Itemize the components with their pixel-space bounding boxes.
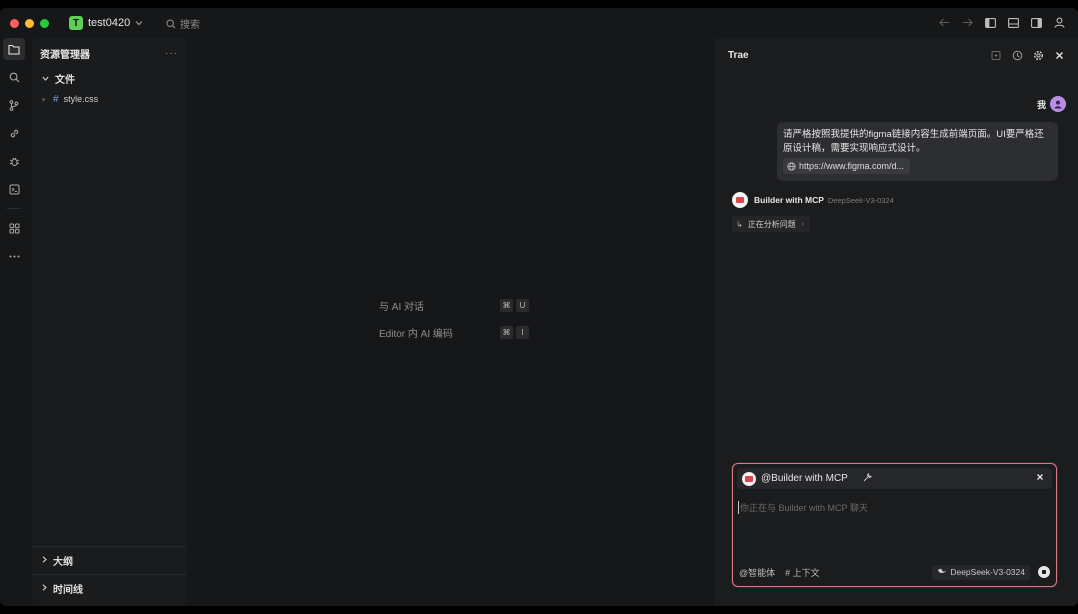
model-selector[interactable]: DeepSeek-V3-0324 <box>932 564 1030 580</box>
agent-model: DeepSeek-V3-0324 <box>827 195 894 205</box>
timeline-section[interactable]: 时间线 <box>32 574 186 602</box>
sparkle-icon: ↳ <box>736 219 743 229</box>
user-label: 我 <box>1036 99 1046 110</box>
debug-icon[interactable] <box>3 150 25 172</box>
chat-header: Trae <box>715 38 1078 72</box>
cmd-key: ⌘ <box>500 299 513 312</box>
explorer-more-button[interactable]: ··· <box>165 48 178 59</box>
toggle-right-panel-icon[interactable] <box>1030 16 1043 29</box>
ai-chat-panel: Trae 我 请严格按照我提供的figma链接内容生成前端页面。UI要严格还原设… <box>715 38 1078 606</box>
deepseek-icon <box>937 567 947 577</box>
chevron-right-icon: › <box>801 220 805 228</box>
chat-shortcut-hint: 与 AI 对话 ⌘ U <box>379 298 529 313</box>
maximize-window-button[interactable] <box>40 18 49 28</box>
project-switcher[interactable]: T test0420 <box>69 16 143 30</box>
mention-label: @Builder with MCP <box>761 473 848 484</box>
title-bar: T test0420 搜索 <box>0 8 1078 38</box>
model-name: DeepSeek-V3-0324 <box>950 567 1025 577</box>
agent-name: Builder with MCP <box>754 195 824 205</box>
builder-logo-icon <box>742 471 756 486</box>
file-item-style-css[interactable]: # style.css <box>32 88 186 110</box>
status-text: 正在分析问题 <box>747 219 796 229</box>
folder-label: 文件 <box>55 74 75 86</box>
chevron-down-icon <box>135 18 143 28</box>
extensions-icon[interactable] <box>3 217 25 239</box>
close-icon[interactable] <box>1053 49 1065 61</box>
remote-icon[interactable] <box>3 178 25 200</box>
css-file-icon: # <box>53 93 59 105</box>
forward-arrow-icon[interactable] <box>961 16 974 29</box>
project-name: test0420 <box>88 17 131 29</box>
more-icon[interactable] <box>3 245 25 267</box>
stop-generation-button[interactable] <box>1038 566 1050 578</box>
chat-input-placeholder[interactable]: 你正在与 Builder with MCP 聊天 <box>738 501 868 514</box>
global-search[interactable]: 搜索 <box>166 16 200 31</box>
toggle-bottom-panel-icon[interactable] <box>1007 16 1020 29</box>
agent-mention-bar: @Builder with MCP <box>737 468 1052 489</box>
link-text: https://www.figma.com/d... <box>799 161 905 171</box>
chevron-down-icon <box>42 74 49 83</box>
project-badge: T <box>69 16 83 30</box>
file-label: style.css <box>63 94 99 104</box>
toggle-left-panel-icon[interactable] <box>984 16 997 29</box>
agent-message-header: Builder with MCP DeepSeek-V3-0324 <box>732 192 894 208</box>
source-control-icon[interactable] <box>3 94 25 116</box>
explorer-header: 资源管理器 ··· <box>32 38 186 68</box>
avatar <box>1050 96 1066 112</box>
close-window-button[interactable] <box>10 18 19 28</box>
timeline-label: 时间线 <box>53 585 83 596</box>
user-message-text: 请严格按照我提供的figma链接内容生成前端页面。UI要严格还原设计稿，需要实现… <box>783 129 1044 154</box>
app-window: T test0420 搜索 资源管理器 ··· 文件 # style.css 大… <box>0 8 1078 606</box>
search-placeholder: 搜索 <box>180 20 200 31</box>
builder-logo-icon <box>732 192 748 208</box>
tools-icon[interactable] <box>862 472 873 486</box>
context-button[interactable]: # 上下文 <box>785 566 820 579</box>
search-icon <box>166 18 176 28</box>
history-icon[interactable] <box>1011 49 1023 61</box>
account-icon[interactable] <box>1053 16 1066 29</box>
inline-ai-shortcut-hint: Editor 内 AI 编码 ⌘ I <box>379 325 529 340</box>
globe-icon <box>787 161 796 171</box>
explorer-title: 资源管理器 <box>40 49 90 61</box>
outline-section[interactable]: 大纲 <box>32 546 186 574</box>
chevron-right-icon <box>42 556 47 565</box>
hint-label: 与 AI 对话 <box>379 302 425 313</box>
gear-icon[interactable] <box>1032 49 1044 61</box>
u-key: U <box>516 299 529 312</box>
search-icon[interactable] <box>3 66 25 88</box>
outline-label: 大纲 <box>53 557 73 568</box>
title-bar-actions <box>938 16 1066 29</box>
hint-label: Editor 内 AI 编码 <box>379 329 453 340</box>
chat-input-box[interactable]: @Builder with MCP 你正在与 Builder with MCP … <box>732 463 1057 587</box>
file-indent-dot <box>42 97 45 101</box>
folder-item[interactable]: 文件 <box>32 68 186 88</box>
user-message-header: 我 <box>1037 96 1066 112</box>
link-icon[interactable] <box>3 122 25 144</box>
analysis-status-chip[interactable]: ↳ 正在分析问题 › <box>732 216 811 232</box>
chat-input-footer: @智能体 # 上下文 DeepSeek-V3-0324 <box>739 564 1050 580</box>
remove-mention-button[interactable] <box>1036 473 1044 484</box>
explorer-icon[interactable] <box>3 38 25 60</box>
user-message-bubble: 请严格按照我提供的figma链接内容生成前端页面。UI要严格还原设计稿，需要实现… <box>777 122 1058 181</box>
explorer-bottom-sections: 大纲 时间线 <box>32 546 186 602</box>
chevron-right-icon <box>42 584 47 593</box>
new-chat-icon[interactable] <box>990 49 1002 61</box>
minimize-window-button[interactable] <box>25 18 34 28</box>
i-key: I <box>516 326 529 339</box>
window-controls <box>10 18 49 28</box>
editor-area[interactable]: 与 AI 对话 ⌘ U Editor 内 AI 编码 ⌘ I <box>193 38 710 606</box>
chat-header-tools <box>990 49 1065 61</box>
activity-divider <box>7 208 21 209</box>
activity-bar <box>0 38 28 606</box>
cmd-key: ⌘ <box>500 326 513 339</box>
agent-button[interactable]: @智能体 <box>739 566 775 579</box>
back-arrow-icon[interactable] <box>938 16 951 29</box>
figma-link-chip[interactable]: https://www.figma.com/d... <box>783 158 911 174</box>
chat-title: Trae <box>728 49 749 61</box>
explorer-panel: 资源管理器 ··· 文件 # style.css 大纲 时间线 <box>32 38 186 606</box>
